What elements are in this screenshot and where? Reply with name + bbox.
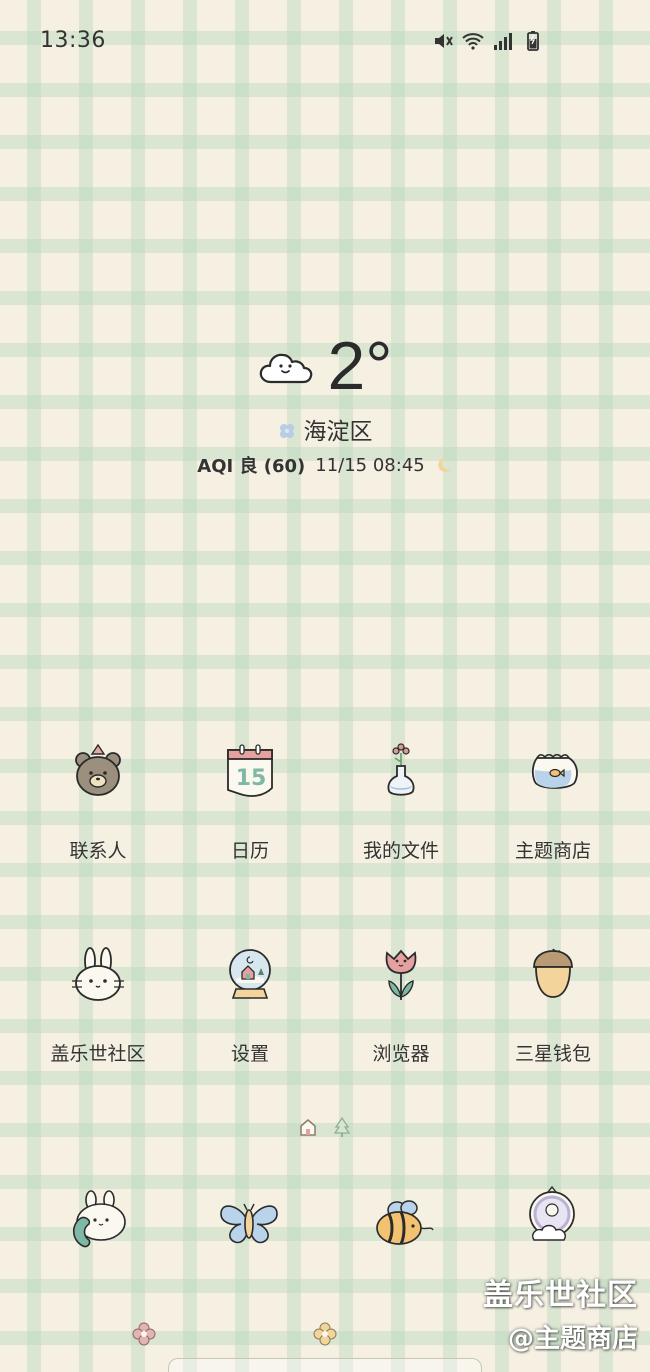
bear-icon: [68, 742, 128, 802]
app-label: 浏览器: [372, 1043, 430, 1065]
signal-icon: [492, 30, 514, 52]
location-name: 海淀区: [303, 419, 373, 445]
moon-icon: [435, 456, 453, 474]
status-icons: [432, 30, 544, 52]
fishbowl-icon: [523, 742, 583, 802]
home-page-icon[interactable]: [298, 1116, 318, 1138]
weather-widget[interactable]: 2° 海淀区 AQI 良 (60) 11/15 08:45: [0, 330, 650, 490]
app-galaxy-community[interactable]: 盖乐世社区: [22, 945, 174, 1085]
yellow-flower-icon: [313, 1322, 337, 1346]
app-label: 我的文件: [362, 840, 439, 862]
dock-gallery[interactable]: [518, 1185, 588, 1256]
calendar-day: 15: [236, 766, 267, 791]
app-settings[interactable]: 设置: [174, 945, 326, 1085]
status-bar: 13:36: [0, 0, 650, 84]
page-indicator[interactable]: [0, 1116, 650, 1138]
weather-info: AQI 良 (60) 11/15 08:45: [0, 452, 650, 478]
pink-flower-icon: [132, 1322, 156, 1346]
app-my-files[interactable]: 我的文件: [325, 742, 477, 882]
acorn-icon: [523, 945, 583, 1005]
battery-charging-icon: [522, 30, 544, 52]
snow-globe-icon: [220, 945, 280, 1005]
bunny-icon: [68, 945, 128, 1005]
location-flower-icon: [278, 420, 296, 438]
weather-location: 海淀区: [0, 412, 650, 446]
app-label: 联系人: [69, 840, 127, 862]
dock-phone[interactable]: [63, 1188, 133, 1258]
update-time: 11/15 08:45: [315, 454, 425, 476]
app-calendar[interactable]: 15 日历: [174, 742, 326, 882]
tree-page-icon[interactable]: [332, 1116, 352, 1138]
aqi-value: AQI 良 (60): [197, 456, 306, 477]
watermark-line-2: @主题商店: [507, 1324, 638, 1354]
dock-camera[interactable]: [369, 1188, 439, 1258]
cloud-icon: [257, 344, 313, 388]
weather-main: 2°: [0, 330, 650, 402]
app-label: 日历: [230, 840, 269, 862]
wifi-icon: [462, 30, 484, 52]
app-label: 主题商店: [514, 840, 591, 862]
mute-icon: [432, 30, 454, 52]
app-samsung-wallet[interactable]: 三星钱包: [477, 945, 629, 1085]
app-contacts[interactable]: 联系人: [22, 742, 174, 882]
flower-vase-icon: [371, 742, 431, 802]
bee-icon: [376, 1200, 434, 1245]
calendar-icon: 15: [220, 742, 280, 802]
temperature: 2°: [327, 328, 393, 404]
butterfly-icon: [220, 1203, 278, 1244]
tulip-icon: [371, 945, 431, 1005]
bunny-phone-icon: [72, 1190, 126, 1248]
app-label: 设置: [230, 1043, 269, 1065]
app-theme-store[interactable]: 主题商店: [477, 742, 629, 882]
app-label: 三星钱包: [514, 1043, 591, 1065]
app-label: 盖乐世社区: [50, 1043, 146, 1065]
mirror-icon: [529, 1185, 575, 1241]
navigation-handle[interactable]: [168, 1358, 482, 1372]
status-time: 13:36: [40, 28, 106, 53]
dock-messages[interactable]: [214, 1188, 284, 1258]
watermark: 盖乐世社区 @主题商店: [483, 1270, 638, 1355]
watermark-line-1: 盖乐世社区: [483, 1278, 638, 1313]
app-browser[interactable]: 浏览器: [325, 945, 477, 1085]
